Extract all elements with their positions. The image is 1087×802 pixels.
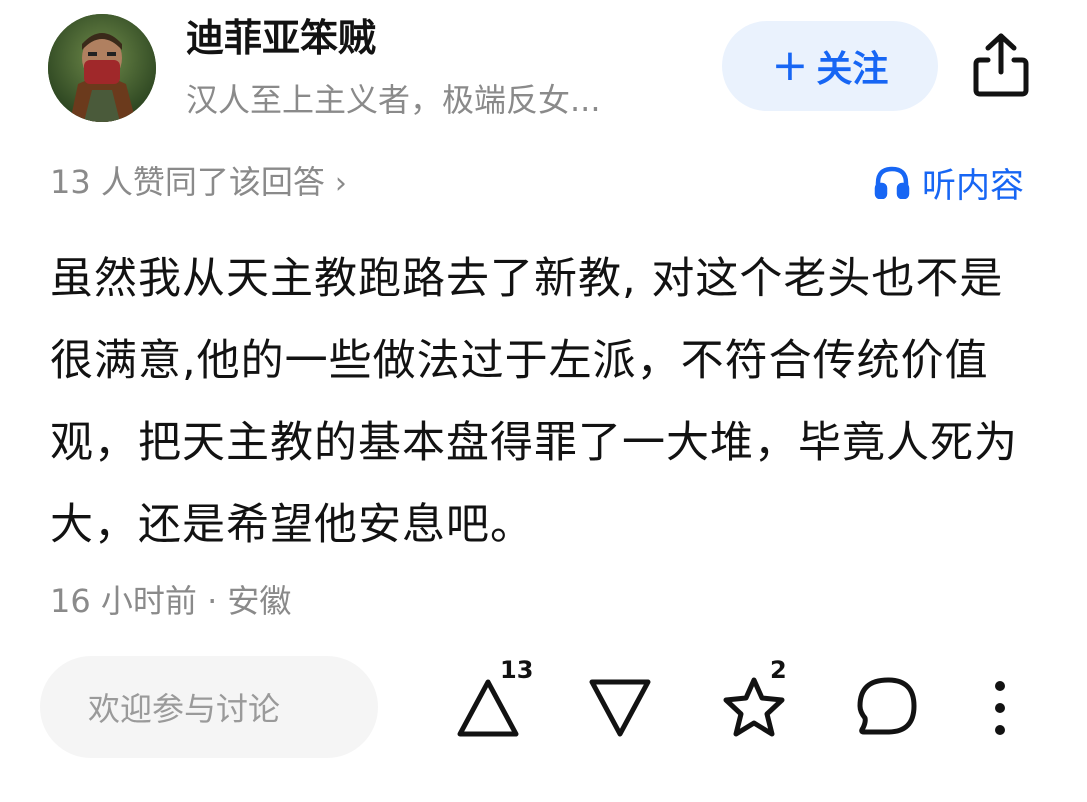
chevron-right-icon: › (334, 166, 347, 201)
favorite-count: 2 (770, 656, 787, 684)
avatar[interactable] (48, 14, 156, 122)
share-icon[interactable] (968, 30, 1034, 100)
comment-icon (857, 677, 917, 735)
follow-label: 关注 (816, 49, 889, 90)
more-button[interactable] (980, 668, 1020, 748)
downvote-button[interactable] (582, 668, 658, 748)
upvote-summary-text: 13 人赞同了该回答 (50, 163, 325, 201)
author-name[interactable]: 迪菲亚笨贼 (186, 12, 376, 64)
answer-time-location: 16 小时前 · 安徽 (50, 582, 292, 620)
favorite-button[interactable]: 2 (716, 656, 796, 748)
author-bio: 汉人至上主义者，极端反女... (186, 81, 601, 119)
listen-button[interactable]: 听内容 (874, 160, 1024, 206)
listen-label: 听内容 (922, 165, 1024, 206)
headphones-icon (874, 166, 910, 199)
plus-icon: + (771, 40, 809, 91)
comment-button[interactable] (850, 668, 924, 748)
answer-text: 虽然我从天主教跑路去了新教, 对这个老头也不是很满意,他的一些做法过于左派，不符… (50, 254, 1018, 550)
upvote-count: 13 (500, 656, 534, 684)
follow-button[interactable]: + 关注 (722, 21, 938, 111)
comment-placeholder: 欢迎参与讨论 (88, 690, 281, 728)
upvote-summary-link[interactable]: 13 人赞同了该回答 › (50, 160, 347, 206)
upvote-button[interactable]: 13 (450, 656, 536, 748)
more-icon (995, 681, 1005, 735)
comment-input[interactable]: 欢迎参与讨论 (40, 656, 378, 758)
downvote-icon (589, 679, 651, 737)
